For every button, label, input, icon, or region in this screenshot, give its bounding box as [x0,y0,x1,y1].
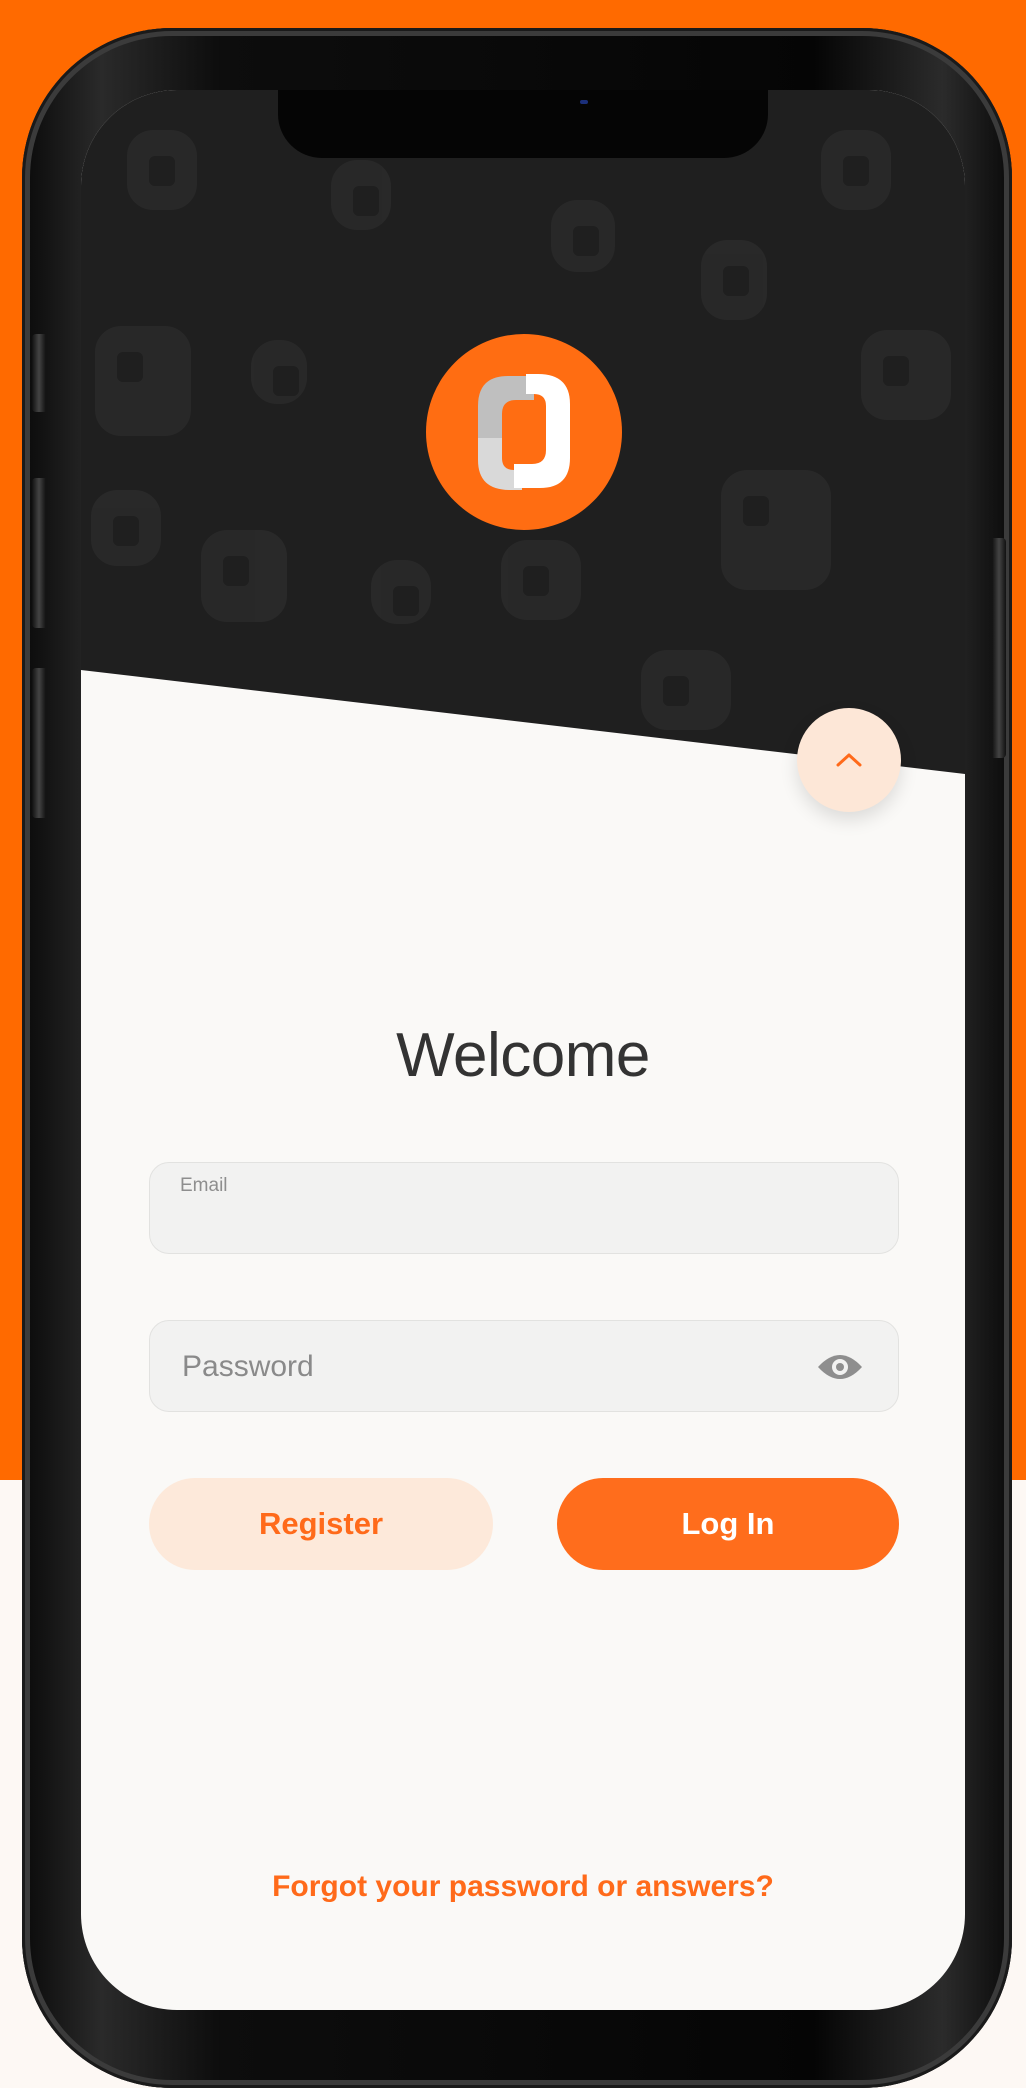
pattern-mark [127,130,197,210]
pattern-mark [251,340,307,404]
pattern-mark [861,330,951,420]
email-field-label: Email [180,1175,228,1196]
power-button [992,538,1006,758]
login-button[interactable]: Log In [557,1478,899,1570]
chevron-up-icon [836,753,862,767]
email-field[interactable]: Email [149,1162,899,1254]
register-button[interactable]: Register [149,1478,493,1570]
pattern-mark [501,540,581,620]
pattern-mark [821,130,891,210]
email-input[interactable] [178,1203,838,1243]
pattern-mark [551,200,615,272]
app-logo-glyph [478,374,570,490]
show-password-toggle[interactable] [816,1349,864,1385]
pattern-mark [91,490,161,566]
pattern-mark [641,650,731,730]
scroll-up-button[interactable] [797,708,901,812]
app-screen: Welcome Email Register Log In Forgot you… [81,90,965,2010]
forgot-password-link[interactable]: Forgot your password or answers? [81,1870,965,1904]
pattern-mark [201,530,287,622]
pattern-mark [701,240,767,320]
pattern-mark [331,160,391,230]
volume-down-button [32,668,46,818]
camera-notch [278,90,768,158]
camera-dot [580,100,588,104]
password-input[interactable] [180,1321,780,1413]
volume-up-button [32,478,46,628]
mute-switch [32,334,46,412]
eye-icon [818,1355,862,1379]
app-logo-icon [426,334,622,530]
pattern-mark [95,326,191,436]
password-field[interactable] [149,1320,899,1413]
page-title: Welcome [396,1021,650,1090]
pattern-mark [721,470,831,590]
pattern-mark [371,560,431,624]
